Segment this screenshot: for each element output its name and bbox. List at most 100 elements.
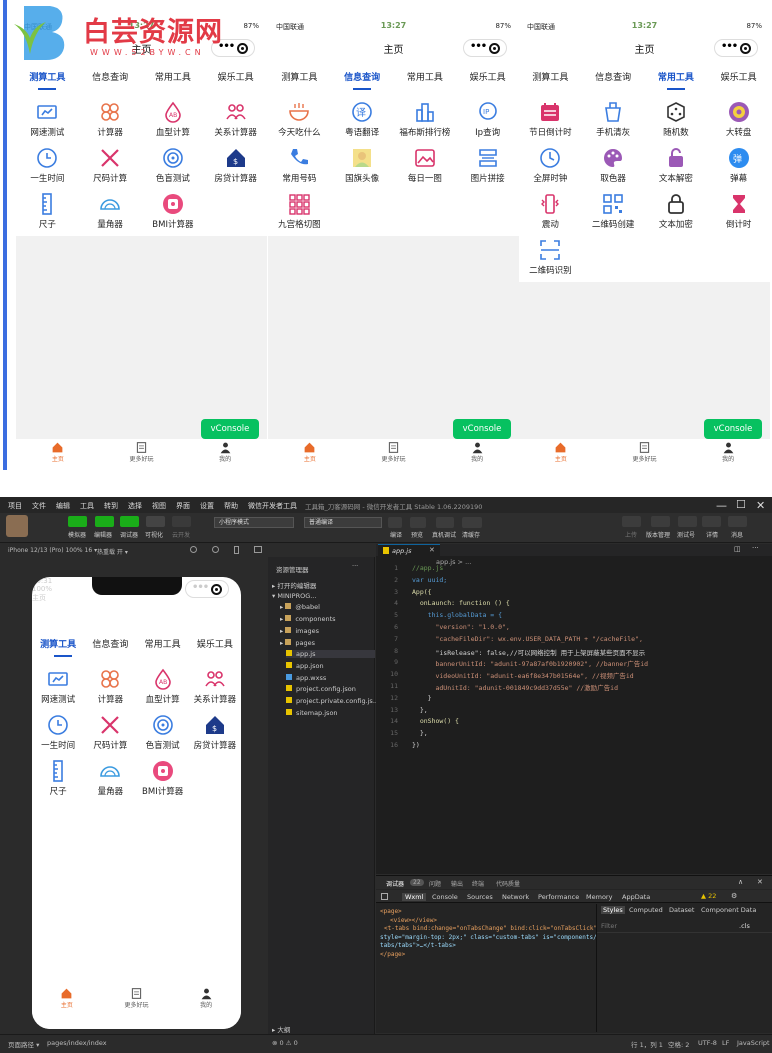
more-dots-icon[interactable]: ••• xyxy=(721,41,738,52)
tool-item[interactable]: 每日一图 xyxy=(394,142,457,188)
line-ending[interactable]: LF xyxy=(722,1039,729,1047)
tabbar-item-0[interactable]: 主页 xyxy=(280,441,340,463)
tabbar-item-1[interactable]: 更多好玩 xyxy=(107,987,167,1009)
tool-item[interactable]: 弹弹幕 xyxy=(707,142,770,188)
eye-icon[interactable] xyxy=(410,517,426,528)
compile-button[interactable]: 编译 xyxy=(390,530,402,539)
devtools-tab-network[interactable]: Network xyxy=(502,893,529,901)
phone-icon[interactable] xyxy=(234,546,239,554)
exit-icon[interactable] xyxy=(489,43,500,54)
tool-item[interactable]: 国旗头像 xyxy=(331,142,394,188)
tool-item[interactable]: 量角器 xyxy=(84,755,136,801)
cursor-position[interactable]: 行 1，列 1 xyxy=(631,1039,663,1049)
devtools-tab-performance[interactable]: Performance xyxy=(538,893,579,901)
styles-tab-0[interactable]: Styles xyxy=(601,906,625,914)
compile-select[interactable]: 普通编译 xyxy=(304,517,382,528)
explorer-item[interactable]: project.private.config.js... xyxy=(286,697,379,705)
tool-item[interactable]: 网速测试 xyxy=(32,663,84,709)
exit-icon[interactable] xyxy=(740,43,751,54)
tool-item[interactable]: 计算器 xyxy=(79,96,142,142)
tool-item[interactable]: AB 血型计算 xyxy=(142,96,205,142)
tool-item[interactable]: 译粤语翻译 xyxy=(331,96,394,142)
menu-capsule[interactable]: ••• xyxy=(463,39,507,57)
tabbar-item-1[interactable]: 更多好玩 xyxy=(364,441,424,463)
menu-item-9[interactable]: 帮助 xyxy=(224,501,238,511)
hotreload-select[interactable]: 热重载 开 ▾ xyxy=(97,547,128,556)
tool-item[interactable]: 节日倒计时 xyxy=(519,96,582,142)
tool-item[interactable]: 网速测试 xyxy=(16,96,79,142)
tabbar-item-0[interactable]: 主页 xyxy=(28,441,88,463)
tab-1[interactable]: 信息查询 xyxy=(331,70,394,90)
devtools-tab-console[interactable]: Console xyxy=(432,893,458,901)
collapse-icon[interactable]: ∧ xyxy=(738,878,743,886)
debug-tab-0[interactable]: 调试器 xyxy=(386,879,404,888)
tabbar-item-2[interactable]: 我的 xyxy=(698,441,758,463)
devtools-tab-sources[interactable]: Sources xyxy=(467,893,493,901)
test-account-icon[interactable] xyxy=(678,516,697,527)
tool-item[interactable]: $ 房贷计算器 xyxy=(204,142,267,188)
language-mode[interactable]: JavaScript xyxy=(737,1039,770,1047)
maximize-icon[interactable]: ☐ xyxy=(736,498,746,511)
explorer-more-icon[interactable]: ··· xyxy=(352,562,358,570)
styles-tab-1[interactable]: Computed xyxy=(629,906,663,914)
devtools-tab-appdata[interactable]: AppData xyxy=(622,893,650,901)
wxml-tree[interactable]: <page> <view></view> <t-tabs bind:change="… xyxy=(376,904,597,1032)
tabbar-item-2[interactable]: 我的 xyxy=(447,441,507,463)
tool-item[interactable]: BMI计算器 xyxy=(142,188,205,234)
outline-section[interactable]: ▸ 大纲 xyxy=(272,1024,290,1034)
tool-item[interactable]: 大转盘 xyxy=(707,96,770,142)
menu-capsule[interactable]: ••• xyxy=(714,39,758,57)
tab-1[interactable]: 信息查询 xyxy=(582,70,645,83)
tab-1[interactable]: 信息查询 xyxy=(84,637,136,650)
tabbar-item-1[interactable]: 更多好玩 xyxy=(112,441,172,463)
close-icon[interactable]: ✕ xyxy=(756,499,765,512)
wxml-node[interactable]: <page> xyxy=(380,908,402,915)
vconsole-button[interactable]: vConsole xyxy=(453,419,511,439)
tool-item[interactable]: 色盲测试 xyxy=(137,709,189,755)
tab-1[interactable]: 信息查询 xyxy=(79,70,142,83)
wxml-node[interactable]: style="margin-top: 2px;" class="custom-t… xyxy=(380,934,597,941)
preview-button[interactable]: 预览 xyxy=(411,530,423,539)
record-icon[interactable] xyxy=(190,546,197,553)
tool-item[interactable]: BMI计算器 xyxy=(137,755,189,801)
tab-3[interactable]: 娱乐工具 xyxy=(707,70,770,83)
menu-item-5[interactable]: 选择 xyxy=(128,501,142,511)
wxml-node[interactable]: <t-tabs bind:change="onTabsChange" bind:… xyxy=(384,925,597,932)
tab-0[interactable]: 测算工具 xyxy=(268,70,331,83)
explorer-item[interactable]: app.json xyxy=(286,661,324,670)
tool-item[interactable]: 尺子 xyxy=(16,188,79,234)
devtools-close-icon[interactable]: ✕ xyxy=(757,878,763,886)
explorer-item[interactable]: app.wxss xyxy=(286,673,326,682)
encoding[interactable]: UTF-8 xyxy=(698,1039,717,1047)
tabbar-item-1[interactable]: 更多好玩 xyxy=(615,441,675,463)
cache-icon[interactable] xyxy=(462,517,482,528)
devtools-tab-memory[interactable]: Memory xyxy=(586,893,612,901)
error-count[interactable]: ⊗ 0 ⚠ 0 xyxy=(272,1039,298,1047)
tool-item[interactable]: 倒计时 xyxy=(707,188,770,234)
tool-item[interactable]: 今天吃什么 xyxy=(268,96,331,142)
devtools-tab-wxml[interactable]: Wxml xyxy=(402,893,427,901)
tab-close-icon[interactable]: ✕ xyxy=(429,546,435,554)
menu-item-10[interactable]: 微信开发者工具 xyxy=(248,501,297,511)
debug-tab-2[interactable]: 问题 xyxy=(429,879,441,888)
explorer-item[interactable]: project.config.json xyxy=(286,685,356,693)
warning-count[interactable]: ▲ 22 xyxy=(701,892,716,900)
tool-item[interactable]: 二维码创建 xyxy=(582,188,645,234)
explorer-item[interactable]: app.js xyxy=(286,650,375,659)
tool-item[interactable]: 手机清灰 xyxy=(582,96,645,142)
tool-item[interactable]: 二维码识别 xyxy=(519,234,582,280)
explorer-item[interactable]: ▸ 打开的编辑器 xyxy=(272,580,316,590)
debugger-toggle-button[interactable] xyxy=(120,516,139,527)
editor-toggle-button[interactable] xyxy=(95,516,114,527)
settings-icon[interactable]: ⚙ xyxy=(731,892,737,900)
device-select[interactable]: iPhone 12/13 (Pro) 100% 16 ▾ xyxy=(8,547,97,554)
editor-tab-appjs[interactable]: app.js ✕ xyxy=(378,544,440,556)
explorer-item[interactable]: ▸ pages xyxy=(280,638,315,647)
tool-item[interactable]: 计算器 xyxy=(84,663,136,709)
version-icon[interactable] xyxy=(651,516,670,527)
tool-item[interactable]: 关系计算器 xyxy=(204,96,267,142)
page-path-label[interactable]: 页面路径 ▾ xyxy=(8,1039,39,1049)
tool-item[interactable]: 关系计算器 xyxy=(189,663,241,709)
tool-item[interactable]: 量角器 xyxy=(79,188,142,234)
popout-icon[interactable] xyxy=(254,546,262,553)
